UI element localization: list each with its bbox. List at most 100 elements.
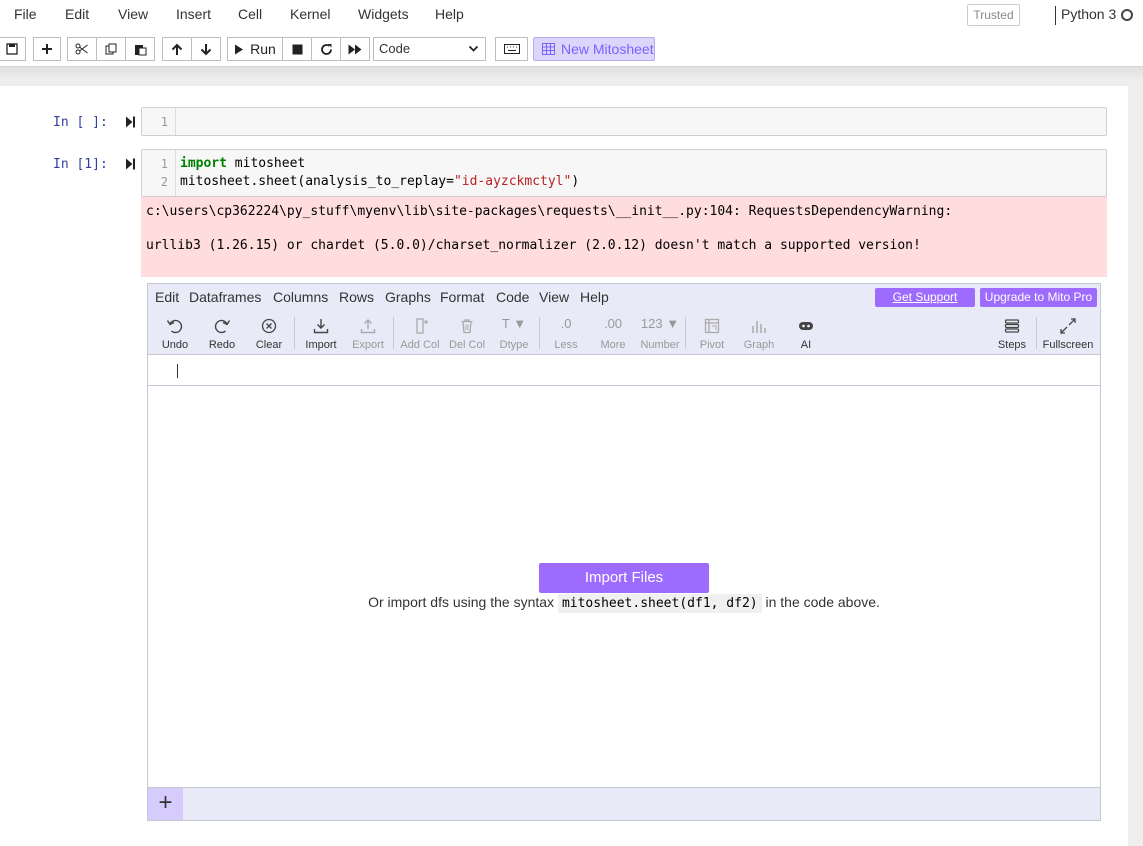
line-gutter: 1 2 — [142, 150, 176, 196]
move-down-button[interactable] — [191, 37, 221, 61]
notebook-shadow — [0, 67, 1143, 81]
cell-type-value: Code — [379, 41, 411, 56]
mito-menu-dataframes[interactable]: Dataframes — [189, 284, 261, 311]
mito-menubar: Edit Dataframes Columns Rows Graphs Form… — [148, 284, 1100, 311]
clear-button[interactable]: Clear — [246, 311, 292, 355]
pivot-button[interactable]: Pivot — [689, 311, 735, 355]
stderr-line-1: c:\users\cp362224\py_stuff\myenv\lib\sit… — [146, 204, 953, 219]
restart-run-all-button[interactable] — [340, 37, 370, 61]
dtype-button[interactable]: T ▼ Dtype — [491, 311, 537, 355]
grid-icon — [542, 43, 555, 55]
trusted-indicator[interactable]: Trusted — [967, 4, 1020, 26]
copy-button[interactable] — [96, 37, 126, 61]
number-format-button[interactable]: 123 ▼ Number — [637, 311, 683, 355]
mito-menu-rows[interactable]: Rows — [339, 284, 374, 311]
mito-menu-help[interactable]: Help — [580, 284, 609, 311]
menu-widgets[interactable]: Widgets — [358, 0, 409, 30]
jupyter-menubar: File Edit View Insert Cell Kernel Widget… — [0, 0, 1143, 30]
fullscreen-button[interactable]: Fullscreen — [1043, 311, 1093, 355]
mito-menu-code[interactable]: Code — [496, 284, 529, 311]
undo-button[interactable]: Undo — [152, 311, 198, 355]
jupyter-toolbar: Run Code New Mitosheet — [0, 30, 1143, 67]
cell-type-select[interactable]: Code — [373, 37, 486, 61]
redo-button[interactable]: Redo — [199, 311, 245, 355]
steps-label: Steps — [997, 339, 1027, 351]
new-mitosheet-label: New Mitosheet — [561, 41, 654, 57]
get-support-button[interactable]: Get Support — [875, 288, 975, 307]
cell-2-prompt: In [1]: — [53, 157, 108, 172]
more-decimals-button[interactable]: .00 More — [590, 311, 636, 355]
mito-menu-format[interactable]: Format — [440, 284, 484, 311]
import-hint-code: mitosheet.sheet(df1, df2) — [557, 594, 762, 613]
kernel-name[interactable]: Python 3 — [1061, 0, 1116, 30]
run-cell-icon[interactable] — [125, 158, 136, 170]
clear-icon — [261, 318, 277, 334]
plus-icon — [42, 44, 52, 54]
menu-help[interactable]: Help — [435, 0, 464, 30]
insert-cell-button[interactable] — [33, 37, 61, 61]
command-palette-button[interactable] — [495, 37, 528, 61]
restart-button[interactable] — [311, 37, 341, 61]
trash-icon — [461, 319, 473, 334]
menu-edit[interactable]: Edit — [65, 0, 89, 30]
add-column-button[interactable]: Add Col — [397, 311, 443, 355]
code-cell-2[interactable]: 1 2 import mitosheet mitosheet.sheet(ana… — [141, 149, 1107, 197]
steps-icon — [1004, 319, 1020, 333]
import-button[interactable]: Import — [298, 311, 344, 355]
mito-menu-columns[interactable]: Columns — [273, 284, 328, 311]
export-label: Export — [352, 339, 384, 351]
move-up-button[interactable] — [162, 37, 192, 61]
add-column-icon — [416, 318, 428, 334]
cell-1-prompt: In [ ]: — [53, 115, 108, 130]
menu-kernel[interactable]: Kernel — [290, 0, 330, 30]
delete-column-button[interactable]: Del Col — [444, 311, 490, 355]
code-cell-1[interactable]: 1 — [141, 107, 1107, 136]
steps-button[interactable]: Steps — [989, 311, 1035, 355]
import-hint: Or import dfs using the syntax mitosheet… — [148, 594, 1100, 613]
sheet-tabs-bar: + — [148, 787, 1100, 820]
menu-file[interactable]: File — [14, 0, 37, 30]
menu-view[interactable]: View — [118, 0, 148, 30]
upgrade-button[interactable]: Upgrade to Mito Pro — [980, 288, 1097, 307]
stderr-line-2: urllib3 (1.26.15) or chardet (5.0.0)/cha… — [146, 238, 921, 253]
mito-toolbar: Undo Redo Clear Import Export Add Col De… — [148, 311, 1100, 355]
bar-chart-icon — [752, 321, 766, 333]
redo-icon — [214, 319, 231, 334]
run-button[interactable]: Run — [227, 37, 283, 61]
arrow-up-icon — [171, 43, 183, 55]
ai-icon — [799, 322, 813, 330]
mito-menu-view[interactable]: View — [539, 284, 569, 311]
chevron-down-icon — [468, 45, 479, 52]
mito-menu-graphs[interactable]: Graphs — [385, 284, 431, 311]
interrupt-button[interactable] — [282, 37, 312, 61]
upload-icon — [360, 319, 376, 334]
text-cursor — [177, 364, 178, 378]
paste-icon — [134, 44, 146, 55]
cut-button[interactable] — [67, 37, 97, 61]
restart-icon — [320, 43, 332, 55]
import-files-button[interactable]: Import Files — [539, 563, 709, 593]
save-icon — [6, 43, 18, 55]
export-button[interactable]: Export — [345, 311, 391, 355]
menu-insert[interactable]: Insert — [176, 0, 211, 30]
less-decimals-icon: .0 — [560, 316, 572, 331]
graph-button[interactable]: Graph — [736, 311, 782, 355]
line-number: 2 — [160, 175, 168, 189]
menu-cell[interactable]: Cell — [238, 0, 262, 30]
arrow-down-icon — [200, 43, 212, 55]
ai-label: AI — [800, 339, 812, 351]
new-mitosheet-button[interactable]: New Mitosheet — [533, 37, 655, 61]
mito-menu-edit[interactable]: Edit — [155, 284, 179, 311]
undo-icon — [166, 319, 183, 334]
formula-bar[interactable] — [148, 355, 1100, 386]
toolbar-divider — [1036, 317, 1037, 349]
less-decimals-button[interactable]: .0 Less — [543, 311, 589, 355]
fullscreen-icon — [1060, 318, 1076, 334]
clear-label: Clear — [255, 339, 283, 351]
more-decimals-icon: .00 — [603, 316, 623, 331]
paste-button[interactable] — [125, 37, 155, 61]
add-sheet-button[interactable]: + — [148, 788, 183, 820]
ai-button[interactable]: AI — [783, 311, 829, 355]
save-button[interactable] — [0, 37, 26, 61]
run-cell-icon[interactable] — [125, 116, 136, 128]
